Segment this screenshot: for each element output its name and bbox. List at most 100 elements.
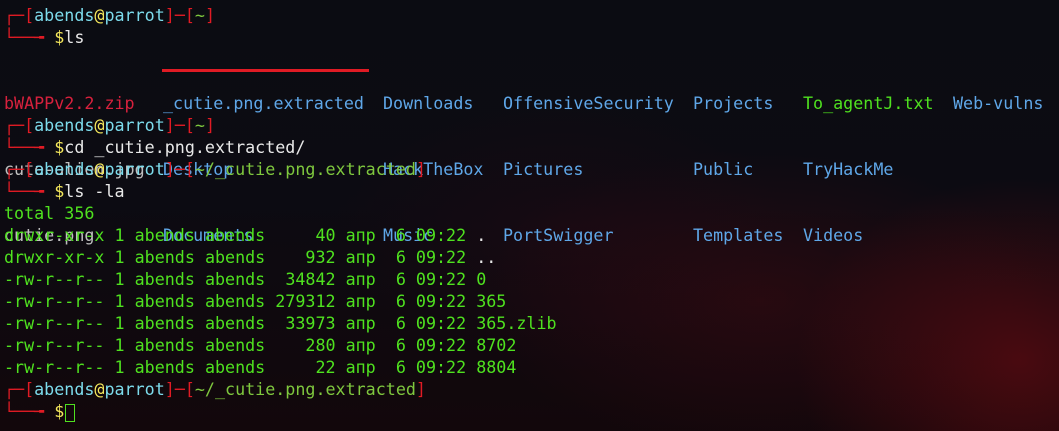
ls-column-6: To_agentJ.txt TryHackMe Videos — [803, 48, 934, 290]
command-text: cd _cutie.png.extracted/ — [64, 137, 306, 157]
list-item: Downloads — [383, 93, 474, 113]
prompt-header: ┌─[abends@parrot]─[~] — [4, 114, 215, 136]
owner: abends — [134, 247, 195, 267]
prompt-at: @ — [94, 379, 105, 399]
list-item: TryHackMe — [803, 159, 894, 179]
prompt-close: ] — [204, 5, 215, 25]
prompt-user: abends — [34, 115, 95, 135]
table-row: -rw-r--r-- 1 abends abends 34842 апр 6 0… — [4, 268, 486, 290]
group: abends — [204, 313, 266, 333]
owner: abends — [134, 313, 195, 333]
size: 33973 — [285, 313, 336, 333]
size: 280 — [305, 335, 336, 355]
ls-column-4: OffensiveSecurity Pictures PortSwigger — [503, 48, 674, 290]
file-name: 365.zlib — [476, 313, 557, 333]
group: abends — [204, 269, 266, 289]
month: апр — [345, 313, 376, 333]
prompt-at: @ — [94, 115, 105, 135]
list-item: Projects — [693, 93, 774, 113]
prompt-header: ┌─[abends@parrot]─[~/_cutie.png.extracte… — [4, 378, 426, 400]
prompt-host: parrot — [104, 159, 165, 179]
file-name: 8804 — [476, 357, 517, 377]
list-item: Templates — [693, 225, 784, 245]
time: 09:22 — [415, 269, 467, 289]
day: 6 — [395, 291, 406, 311]
list-item-highlighted: _cutie.png.extracted — [163, 93, 364, 113]
day: 6 — [395, 313, 406, 333]
prompt-user: abends — [34, 5, 95, 25]
prompt-sep: ]─[ — [164, 5, 195, 25]
list-item: Videos — [803, 225, 864, 245]
prompt-command-line[interactable]: └──╼ $ — [4, 400, 76, 422]
list-item: Pictures — [503, 159, 584, 179]
prompt-close: ] — [204, 115, 215, 135]
prompt-path: ~/_cutie.png.extracted — [194, 379, 416, 399]
prompt-box-top: ┌─[ — [4, 5, 35, 25]
prompt-sep: ]─[ — [164, 159, 195, 179]
group: abends — [204, 247, 266, 267]
links: 1 — [114, 225, 125, 245]
time: 09:22 — [415, 357, 467, 377]
prompt-dollar: $ — [54, 27, 65, 47]
table-row: -rw-r--r-- 1 abends abends 33973 апр 6 0… — [4, 312, 557, 334]
listing-total: total 356 — [4, 203, 95, 223]
day: 6 — [395, 247, 406, 267]
day: 6 — [395, 225, 406, 245]
time: 09:22 — [415, 291, 467, 311]
month: апр — [345, 357, 376, 377]
ls-column-5: Projects Public Templates — [693, 48, 783, 290]
month: апр — [345, 225, 376, 245]
size: 34842 — [285, 269, 336, 289]
perms: drwxr-xr-x — [4, 225, 105, 245]
prompt-dollar: $ — [54, 137, 65, 157]
month: апр — [345, 269, 376, 289]
links: 1 — [114, 357, 125, 377]
links: 1 — [114, 269, 125, 289]
links: 1 — [114, 313, 125, 333]
size: 932 — [305, 247, 336, 267]
perms: drwxr-xr-x — [4, 247, 105, 267]
owner: abends — [134, 269, 195, 289]
owner: abends — [134, 357, 195, 377]
list-item: Web-vulns — [953, 93, 1044, 113]
prompt-box-bottom: └──╼ — [4, 181, 55, 201]
perms: -rw-r--r-- — [4, 335, 105, 355]
links: 1 — [114, 335, 125, 355]
list-item: To_agentJ.txt — [803, 93, 934, 113]
owner: abends — [134, 335, 195, 355]
prompt-host: parrot — [104, 115, 165, 135]
list-item: OffensiveSecurity — [503, 93, 674, 113]
table-row: drwxr-xr-x 1 abends abends 932 апр 6 09:… — [4, 246, 496, 268]
prompt-command-line: └──╼ $cd _cutie.png.extracted/ — [4, 136, 305, 158]
file-name: .. — [476, 247, 497, 267]
terminal-window[interactable]: ┌─[abends@parrot]─[~] └──╼ $ls bWAPPv2.2… — [0, 0, 1059, 431]
links: 1 — [114, 247, 125, 267]
day: 6 — [395, 269, 406, 289]
prompt-sep: ]─[ — [164, 115, 195, 135]
prompt-at: @ — [94, 5, 105, 25]
group: abends — [204, 335, 266, 355]
prompt-box-bottom: └──╼ — [4, 401, 55, 421]
table-row: -rw-r--r-- 1 abends abends 22 апр 6 09:2… — [4, 356, 516, 378]
highlight-underline — [162, 69, 369, 72]
prompt-path: ~/_cutie.png.extracted — [194, 159, 416, 179]
ls-column-7: Web-vulns — [953, 48, 1043, 158]
month: апр — [345, 291, 376, 311]
list-item: PortSwigger — [503, 225, 614, 245]
command-text: ls — [64, 27, 85, 47]
month: апр — [345, 247, 376, 267]
time: 09:22 — [415, 225, 467, 245]
group: abends — [204, 357, 266, 377]
prompt-path: ~ — [194, 115, 205, 135]
prompt-box-bottom: └──╼ — [4, 27, 55, 47]
perms: -rw-r--r-- — [4, 291, 105, 311]
size: 22 — [315, 357, 336, 377]
prompt-command-line: └──╼ $ls -la — [4, 180, 125, 202]
prompt-box-top: ┌─[ — [4, 159, 35, 179]
prompt-dollar: $ — [54, 401, 65, 421]
table-row: -rw-r--r-- 1 abends abends 279312 апр 6 … — [4, 290, 506, 312]
time: 09:22 — [415, 335, 467, 355]
time: 09:22 — [415, 313, 467, 333]
owner: abends — [134, 291, 195, 311]
file-name: . — [476, 225, 487, 245]
